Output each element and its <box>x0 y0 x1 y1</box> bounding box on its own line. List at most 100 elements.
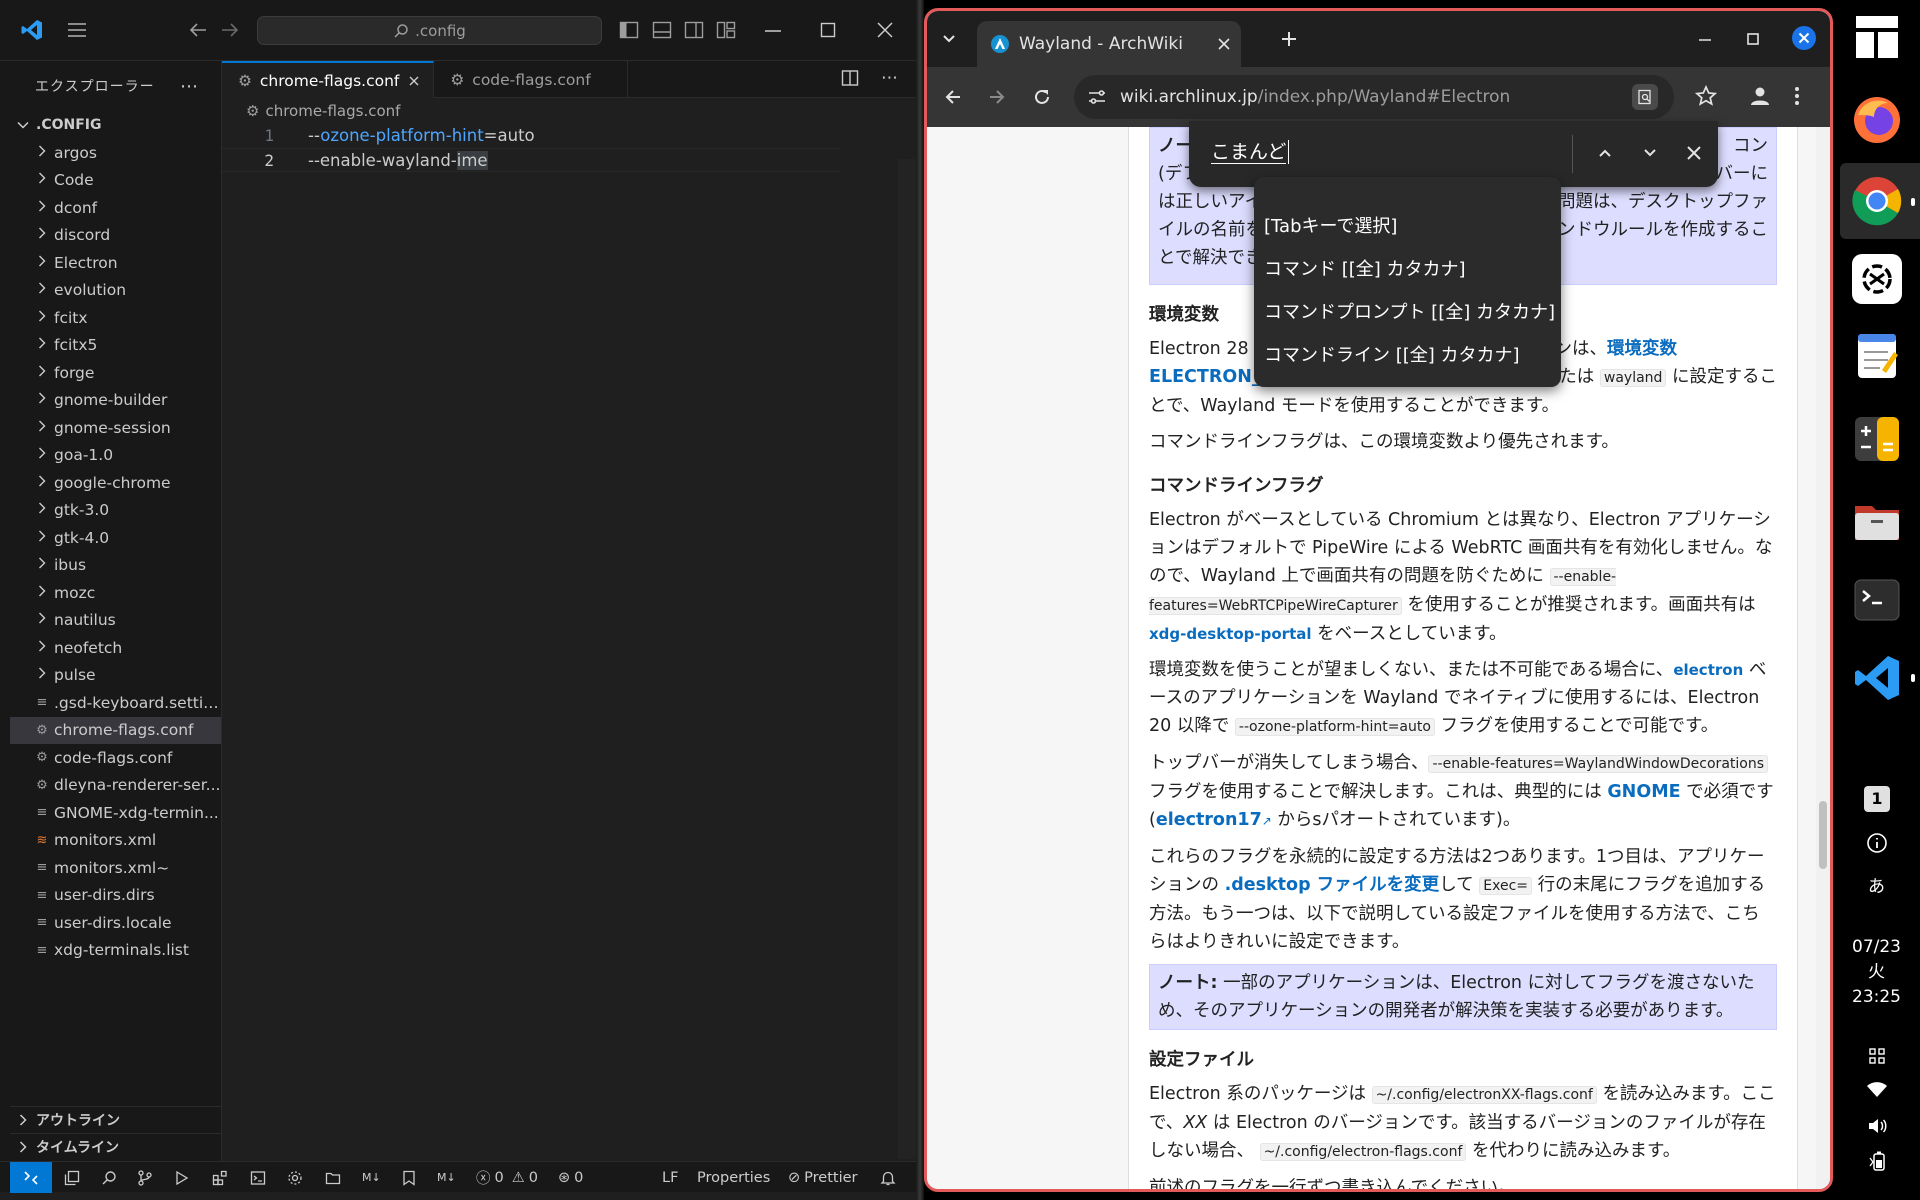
battery-icon[interactable] <box>1869 1150 1887 1172</box>
files-folder-icon[interactable] <box>1852 496 1902 546</box>
tree-folder[interactable]: dconf <box>10 194 221 222</box>
command-center-search[interactable]: .config <box>257 16 602 45</box>
toggle-panel-icon[interactable] <box>652 21 672 39</box>
tree-file[interactable]: ≡ .gsd-keyboard.settin... <box>10 689 221 717</box>
back-arrow-icon[interactable] <box>188 21 208 39</box>
tree-folder[interactable]: gnome-builder <box>10 387 221 415</box>
prettier-indicator[interactable]: ⊘ Prettier <box>788 1162 858 1193</box>
scrollbar-thumb[interactable] <box>1819 801 1827 869</box>
notifications-bell-icon[interactable] <box>880 1162 896 1193</box>
tree-folder[interactable]: nautilus <box>10 607 221 635</box>
close-find-icon[interactable] <box>1686 145 1702 161</box>
site-info-icon[interactable] <box>1088 89 1106 105</box>
customize-layout-icon[interactable] <box>716 21 736 39</box>
tree-folder[interactable]: google-chrome <box>10 469 221 497</box>
ime-candidate[interactable]: コマンドライン [[全] カタカナ] <box>1254 332 1561 375</box>
back-arrow-icon[interactable] <box>943 87 963 107</box>
code-line[interactable]: 1 --ozone-platform-hint=auto <box>222 124 916 148</box>
tree-folder[interactable]: fcitx5 <box>10 332 221 360</box>
tree-folder[interactable]: argos <box>10 139 221 167</box>
close-window-icon[interactable] <box>1791 25 1817 51</box>
problems-indicator[interactable]: ⓧ 0 ⚠ 0 <box>476 1162 538 1193</box>
forward-arrow-icon[interactable] <box>220 21 240 39</box>
quick-settings-grid-icon[interactable] <box>1869 1048 1885 1064</box>
tab-search-chevron-icon[interactable] <box>939 31 959 47</box>
minimize-window-icon[interactable] <box>1697 38 1713 42</box>
bookmark-star-icon[interactable] <box>1695 85 1717 107</box>
copy-icon[interactable] <box>64 1162 80 1193</box>
wifi-icon[interactable] <box>1867 1082 1887 1098</box>
tree-file[interactable]: ≡ user-dirs.locale <box>10 909 221 937</box>
run-debug-icon[interactable] <box>174 1162 190 1193</box>
more-actions-icon[interactable]: ⋯ <box>180 76 199 97</box>
workspace-indicator[interactable]: 1 <box>1864 786 1890 812</box>
bookmark-icon[interactable] <box>402 1162 416 1193</box>
tree-folder[interactable]: goa-1.0 <box>10 442 221 470</box>
volume-icon[interactable] <box>1867 1117 1887 1135</box>
tree-folder[interactable]: evolution <box>10 277 221 305</box>
settings-gear-icon[interactable] <box>287 1162 303 1193</box>
toggle-primary-sidebar-icon[interactable] <box>619 21 639 39</box>
info-icon[interactable] <box>1866 832 1888 854</box>
tab-code-flags[interactable]: ⚙ code-flags.conf <box>434 61 628 98</box>
chatgpt-icon[interactable] <box>1852 254 1902 304</box>
tree-folder[interactable]: gtk-4.0 <box>10 524 221 552</box>
code-editor[interactable]: 1 --ozone-platform-hint=auto 2 --enable-… <box>222 124 916 172</box>
eol-indicator[interactable]: LF <box>662 1162 678 1193</box>
extensions-icon[interactable] <box>212 1162 228 1193</box>
tree-folder[interactable]: forge <box>10 359 221 387</box>
tree-file[interactable]: ≡ user-dirs.dirs <box>10 882 221 910</box>
link-electron[interactable]: electron <box>1673 661 1743 679</box>
find-next-chevron-down-icon[interactable] <box>1641 145 1659 161</box>
vscode-icon[interactable] <box>1852 653 1902 703</box>
hamburger-menu-icon[interactable] <box>66 20 88 40</box>
source-control-icon[interactable] <box>137 1162 153 1193</box>
tree-file[interactable]: ⚙ dleyna-renderer-ser... <box>10 772 221 800</box>
tree-file[interactable]: ≋ monitors.xml <box>10 827 221 855</box>
tree-folder[interactable]: gtk-3.0 <box>10 497 221 525</box>
markdown-icon[interactable]: M↓ <box>362 1162 381 1193</box>
toggle-secondary-sidebar-icon[interactable] <box>684 21 704 39</box>
minimize-window-icon[interactable] <box>764 29 782 33</box>
tree-folder[interactable]: gnome-session <box>10 414 221 442</box>
timeline-section[interactable]: タイムライン <box>10 1133 222 1160</box>
tree-file[interactable]: ≡ GNOME-xdg-termin... <box>10 799 221 827</box>
close-tab-icon[interactable] <box>407 74 421 88</box>
split-editor-icon[interactable] <box>841 69 859 87</box>
tree-folder[interactable]: fcitx <box>10 304 221 332</box>
link-desktop-file[interactable]: .desktop ファイルを変更 <box>1225 875 1440 895</box>
activities-grid-icon[interactable] <box>1852 12 1902 62</box>
maximize-window-icon[interactable] <box>820 22 836 38</box>
link-electron-var[interactable]: ELECTRON_ <box>1149 363 1261 392</box>
maximize-window-icon[interactable] <box>1745 31 1761 47</box>
firefox-icon[interactable] <box>1852 95 1902 145</box>
text-editor-icon[interactable] <box>1852 330 1902 380</box>
ports-indicator[interactable]: ⊛ 0 <box>558 1162 583 1193</box>
code-line-current[interactable]: 2 --enable-wayland-ime <box>222 148 840 172</box>
tree-file[interactable]: ⚙ chrome-flags.conf <box>10 716 221 744</box>
tree-folder[interactable]: discord <box>10 222 221 250</box>
language-mode[interactable]: Properties <box>697 1162 770 1193</box>
tab-chrome-flags[interactable]: ⚙ chrome-flags.conf <box>222 61 435 98</box>
remote-indicator-icon[interactable] <box>10 1162 52 1193</box>
find-in-page-indicator-icon[interactable] <box>1632 84 1658 110</box>
search-icon[interactable] <box>101 1162 117 1193</box>
tree-folder[interactable]: pulse <box>10 662 221 690</box>
find-input[interactable]: こまんど <box>1211 141 1287 164</box>
link-xdg-desktop-portal[interactable]: xdg-desktop-portal <box>1149 625 1312 643</box>
reload-icon[interactable] <box>1032 87 1052 107</box>
tree-folder[interactable]: Electron <box>10 249 221 277</box>
outline-section[interactable]: アウトライン <box>10 1106 222 1133</box>
tree-folder[interactable]: neofetch <box>10 634 221 662</box>
tree-folder[interactable]: ibus <box>10 552 221 580</box>
ime-indicator[interactable]: あ <box>1833 875 1920 900</box>
ime-candidate[interactable]: コマンド [[全] カタカナ] <box>1254 246 1561 289</box>
profile-avatar-icon[interactable] <box>1749 85 1771 107</box>
chrome-icon[interactable] <box>1852 176 1902 226</box>
tree-file[interactable]: ⚙ code-flags.conf <box>10 744 221 772</box>
address-bar[interactable]: wiki.archlinux.jp/index.php/Wayland#Elec… <box>1074 75 1674 119</box>
new-tab-plus-icon[interactable] <box>1279 29 1299 49</box>
forward-arrow-icon[interactable] <box>987 87 1007 107</box>
find-previous-chevron-up-icon[interactable] <box>1596 145 1614 161</box>
page-scrollbar[interactable] <box>1816 127 1830 1189</box>
